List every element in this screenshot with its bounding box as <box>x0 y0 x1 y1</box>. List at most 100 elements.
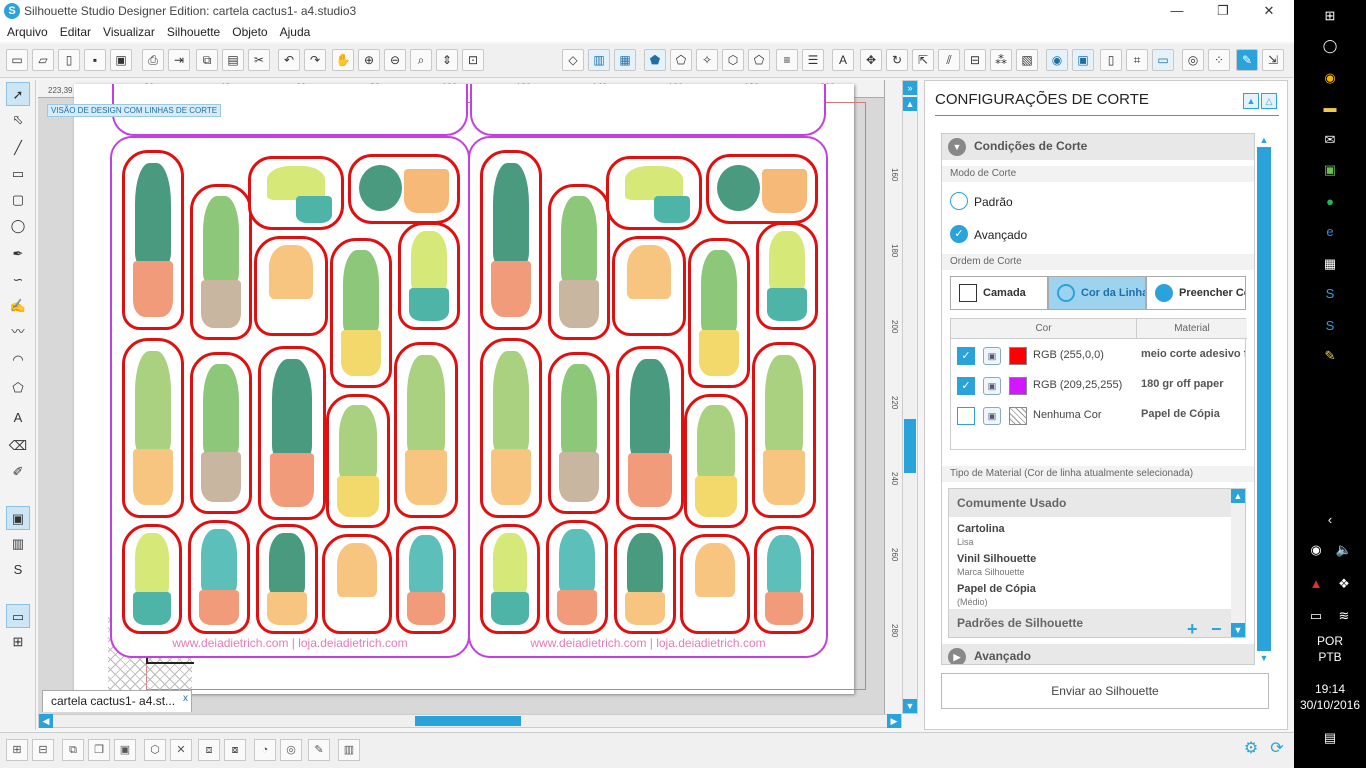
arc-tool-icon[interactable]: ◠ <box>6 348 30 372</box>
order-layer-button[interactable]: Camada <box>950 276 1048 310</box>
line-tool-icon[interactable]: ╱ <box>6 136 30 160</box>
point-edit-icon[interactable]: ⬁ <box>6 108 30 132</box>
shear-icon[interactable]: ⫽ <box>938 49 960 71</box>
scroll-down-icon[interactable]: ▼ <box>1257 651 1271 665</box>
paste-icon[interactable]: ▤ <box>222 49 244 71</box>
expand-panel-icon[interactable]: » <box>903 81 917 95</box>
cactus-sticker[interactable] <box>548 184 610 340</box>
radio-standard[interactable] <box>950 192 968 210</box>
clock-date[interactable]: 30/10/2016 <box>1294 698 1366 712</box>
rectangle-tool-icon[interactable]: ▭ <box>6 162 30 186</box>
open-folder-icon[interactable]: ▱ <box>32 49 54 71</box>
zoom-select-icon[interactable]: ⌕ <box>410 49 432 71</box>
cactus-sticker[interactable] <box>680 534 750 634</box>
fill-color-icon[interactable]: ◇ <box>562 49 584 71</box>
smooth-freehand-icon[interactable]: 〰 <box>6 320 30 344</box>
preview-icon[interactable]: ▣ <box>983 377 1001 395</box>
material-item[interactable]: Papel de Cópia <box>957 583 1036 595</box>
preview-icon[interactable]: ▣ <box>983 347 1001 365</box>
send-back-icon[interactable]: ⧇ <box>224 739 246 761</box>
scroll-down-icon[interactable]: ▼ <box>903 699 917 713</box>
shape-offset-icon[interactable]: ⬠ <box>670 49 692 71</box>
order-line-color-button[interactable]: Cor da Linha <box>1048 276 1146 310</box>
layers-icon[interactable]: ▥ <box>338 739 360 761</box>
send-icon[interactable]: ⇥ <box>168 49 190 71</box>
cut-settings-icon[interactable]: ✎ <box>1236 49 1258 71</box>
row-checkbox[interactable]: ✓ <box>957 347 975 365</box>
image-trace-icon[interactable]: ◉ <box>1046 49 1068 71</box>
make-compound-icon[interactable]: ⧉ <box>62 739 84 761</box>
scroll-up-icon[interactable]: ▲ <box>1231 489 1245 503</box>
clock-time[interactable]: 19:14 <box>1294 682 1366 696</box>
color-row[interactable]: ✓ ▣ RGB (255,0,0) meio corte adesivo f <box>951 341 1247 371</box>
section-advanced[interactable]: ▶ Avançado <box>942 644 1254 664</box>
radio-standard-label[interactable]: Padrão <box>974 195 1013 209</box>
design-canvas[interactable]: 20 40 60 80 100 120 140 160 180 200 223,… <box>38 80 902 714</box>
rounded-rect-tool-icon[interactable]: ▢ <box>6 188 30 212</box>
save-library-icon[interactable]: ▣ <box>110 49 132 71</box>
minimize-button[interactable]: — <box>1154 0 1200 22</box>
zoom-out-icon[interactable]: ⊖ <box>384 49 406 71</box>
cactus-sticker[interactable] <box>330 238 392 388</box>
cactus-sticker[interactable] <box>548 352 610 514</box>
cactus-sticker[interactable] <box>122 150 184 330</box>
panel-float-icon[interactable]: △ <box>1261 93 1277 109</box>
knife-bottom-icon[interactable]: ✎ <box>308 739 330 761</box>
row-checkbox[interactable]: ✓ <box>957 377 975 395</box>
remove-material-button[interactable]: − <box>1211 619 1222 640</box>
cactus-sticker[interactable] <box>754 526 814 634</box>
silhouette-store-icon[interactable]: S <box>6 558 30 582</box>
notifications-icon[interactable]: ▤ <box>1320 728 1340 748</box>
maximize-button[interactable]: ❐ <box>1200 0 1246 22</box>
new-document-icon[interactable]: ▭ <box>6 49 28 71</box>
cactus-sticker[interactable] <box>188 520 250 634</box>
gradient-fill-icon[interactable]: ▥ <box>588 49 610 71</box>
cactus-sticker[interactable] <box>398 222 460 330</box>
star-icon[interactable]: ✧ <box>696 49 718 71</box>
preview-icon[interactable]: ▣ <box>983 407 1001 425</box>
cactus-sticker[interactable] <box>254 236 328 336</box>
library-icon[interactable]: ▯ <box>58 49 80 71</box>
transform-icon[interactable]: ✥ <box>860 49 882 71</box>
cactus-sticker[interactable] <box>326 394 390 528</box>
horizontal-scroll-thumb[interactable] <box>415 716 521 726</box>
freehand-tool-icon[interactable]: ✍ <box>6 294 30 318</box>
cactus-sticker[interactable] <box>614 524 676 634</box>
eraser-tool-icon[interactable]: ⌫ <box>6 434 30 458</box>
undo-icon[interactable]: ↶ <box>278 49 300 71</box>
save-icon[interactable]: ▪ <box>84 49 106 71</box>
text-style-icon[interactable]: A <box>832 49 854 71</box>
cactus-sticker[interactable] <box>122 338 184 518</box>
material-group-common[interactable]: Comumente Usado <box>949 489 1231 517</box>
replicate-icon[interactable]: ⁂ <box>990 49 1012 71</box>
wifi-icon[interactable]: ≋ <box>1334 606 1354 626</box>
release-compound-icon[interactable]: ❐ <box>88 739 110 761</box>
vertical-scroll-thumb[interactable] <box>904 419 916 473</box>
send-to-silhouette-icon[interactable]: ▭ <box>1152 49 1174 71</box>
cactus-sticker[interactable] <box>684 394 748 528</box>
chrome-notify-icon[interactable]: ◉ <box>1306 540 1326 560</box>
copy-icon[interactable]: ⧉ <box>196 49 218 71</box>
pan-hand-icon[interactable]: ✋ <box>332 49 354 71</box>
cortana-icon[interactable]: ◯ <box>1320 36 1340 56</box>
cactus-sticker[interactable] <box>480 524 540 634</box>
battery-icon[interactable]: ▭ <box>1306 606 1326 626</box>
order-fill-button[interactable]: Preencher Cor <box>1146 276 1246 310</box>
cactus-sticker[interactable] <box>122 524 182 634</box>
page-setup-icon[interactable]: ▯ <box>1100 49 1122 71</box>
pentagon-shape-icon[interactable]: ⬟ <box>644 49 666 71</box>
edge-icon[interactable]: e <box>1320 222 1340 242</box>
text-tool-icon[interactable]: A <box>6 406 30 430</box>
scroll-up-icon[interactable]: ▲ <box>903 97 917 111</box>
sync-icon[interactable]: ⟳ <box>1266 739 1288 761</box>
panel-scrollbar[interactable]: ▲ ▼ <box>1257 133 1271 665</box>
close-button[interactable]: ✕ <box>1246 0 1292 22</box>
scroll-right-icon[interactable]: ▶ <box>887 714 901 728</box>
print-icon[interactable]: ⎙ <box>142 49 164 71</box>
spotify-icon[interactable]: ● <box>1320 192 1340 212</box>
offset-tool-icon[interactable]: ◔ <box>254 739 276 761</box>
cactus-sticker[interactable] <box>396 526 456 634</box>
align-icon[interactable]: ⊟ <box>964 49 986 71</box>
scroll-up-icon[interactable]: ▲ <box>1257 133 1271 147</box>
knife-tool-icon[interactable]: ✐ <box>6 460 30 484</box>
